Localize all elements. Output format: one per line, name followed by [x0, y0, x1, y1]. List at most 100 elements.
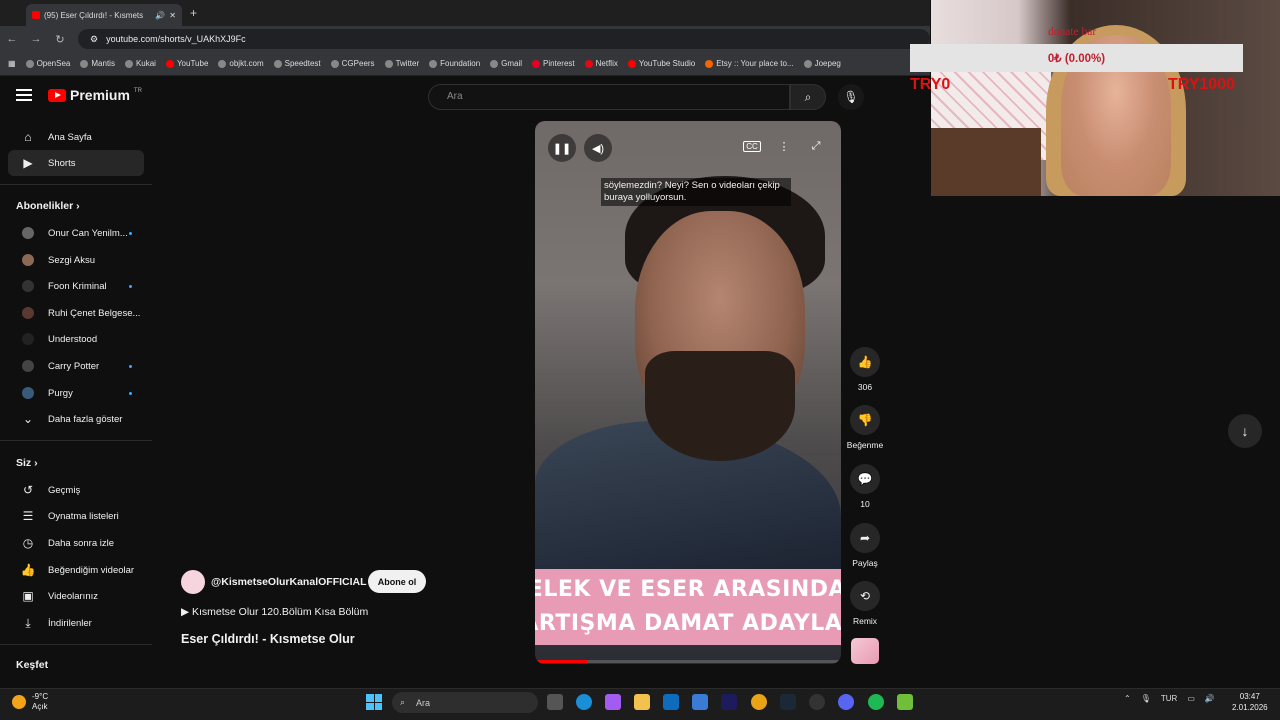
pause-button[interactable]: ❚❚	[548, 134, 576, 162]
bookmark[interactable]: Netflix	[584, 59, 618, 68]
comments-button[interactable]: 💬 10	[842, 464, 888, 509]
like-button[interactable]: 👍 306	[842, 347, 888, 392]
subscribe-button[interactable]: Abone ol	[368, 570, 426, 593]
video-progress-bar[interactable]	[535, 660, 841, 663]
volume-button[interactable]: ◀)	[584, 134, 612, 162]
bookmark[interactable]: Mantis	[80, 59, 115, 68]
bookmark[interactable]: YouTube Studio	[627, 59, 695, 68]
next-short-button[interactable]: ↓	[1228, 414, 1262, 448]
shorts-video-player[interactable]: söylemezdin? Neyi? Sen o videoları çekip…	[535, 121, 841, 664]
minecraft-icon[interactable]	[897, 694, 913, 710]
obs-icon[interactable]	[809, 694, 825, 710]
task-view-icon[interactable]	[547, 694, 563, 710]
remix-button[interactable]: ⟲ Remix	[842, 581, 888, 626]
new-tab-icon[interactable]: +	[190, 6, 197, 20]
sidebar-item-downloads[interactable]: ⤓ İndirilenler	[8, 610, 144, 636]
copilot-icon[interactable]	[605, 694, 621, 710]
browser-tab[interactable]: (95) Eser Çıldırdı! - Kısmets 🔊 ✕	[26, 4, 182, 26]
chevron-up-icon[interactable]: ⌃	[1124, 694, 1131, 703]
search-button[interactable]: ⌕	[790, 84, 826, 110]
close-tab-icon[interactable]: ✕	[169, 11, 176, 20]
sidebar-item-home[interactable]: ⌂ Ana Sayfa	[8, 124, 144, 150]
bookmark[interactable]: Kukai	[124, 59, 156, 68]
dislike-button[interactable]: 👎 Beğenme	[842, 405, 888, 450]
video-icon: ▣	[22, 589, 34, 603]
share-button[interactable]: ➦ Paylaş	[842, 523, 888, 568]
video-title: Eser Çıldırdı! - Kısmetse Olur	[181, 632, 355, 646]
taskbar-clock[interactable]: 03:47 2.01.2026	[1232, 691, 1268, 713]
bookmark[interactable]: Speedtest	[273, 59, 321, 68]
bookmark[interactable]: Etsy :: Your place to...	[705, 59, 794, 68]
bookmark[interactable]: YouTube	[165, 59, 208, 68]
mic-icon[interactable]: 🎙	[1141, 694, 1151, 703]
you-heading[interactable]: Siz ›	[16, 457, 38, 469]
youtube-premium-logo[interactable]: Premium TR	[48, 87, 142, 103]
bookmark[interactable]: Joepeg	[803, 59, 841, 68]
spotify-icon[interactable]	[868, 694, 884, 710]
download-icon: ⤓	[25, 615, 31, 630]
clock-icon: ◷	[22, 536, 34, 550]
more-options-icon[interactable]: ⋮	[775, 140, 793, 153]
bookmark[interactable]: CGPeers	[330, 59, 375, 68]
chrome-icon[interactable]	[751, 694, 767, 710]
windows-start-icon[interactable]	[366, 694, 382, 710]
channel-avatar[interactable]	[181, 570, 205, 594]
sidebar-subscription[interactable]: Understood	[8, 326, 144, 352]
channel-name[interactable]: @KismetseOlurKanalOFFICIAL	[211, 576, 367, 588]
sidebar-subscription[interactable]: Purgy	[8, 380, 144, 406]
show-more-button[interactable]: ⌄ Daha fazla göster	[8, 406, 144, 432]
speaker-icon: 🔊	[155, 10, 166, 20]
outlook-icon[interactable]	[663, 694, 679, 710]
bookmark[interactable]: OpenSea	[25, 59, 70, 68]
bookmark[interactable]: Pinterest	[532, 59, 575, 68]
hamburger-menu-icon[interactable]	[16, 89, 32, 101]
taskbar-search[interactable]: ⌕ Ara	[392, 692, 538, 713]
voice-search-button[interactable]: 🎙	[838, 84, 864, 110]
history-icon: ↺	[22, 483, 34, 497]
video-caption: söylemezdin? Neyi? Sen o videoları çekip…	[601, 178, 791, 206]
network-icon[interactable]: ▭	[1187, 694, 1195, 703]
mic-icon: 🎙	[843, 90, 859, 104]
edge-icon[interactable]	[576, 694, 592, 710]
sidebar-subscription[interactable]: Carry Potter	[8, 353, 144, 379]
bookmark[interactable]: Twitter	[384, 59, 419, 68]
bookmark[interactable]: objkt.com	[218, 59, 264, 68]
file-explorer-icon[interactable]	[634, 694, 650, 710]
site-info-icon[interactable]: ⚙	[90, 34, 98, 45]
sidebar-subscription[interactable]: Ruhi Çenet Belgese...	[8, 300, 144, 326]
fullscreen-icon[interactable]: ⤢	[807, 140, 825, 153]
reload-icon[interactable]: ↻	[48, 33, 72, 46]
playlist-link[interactable]: ▶ Kısmetse Olur 120.Bölüm Kısa Bölüm	[181, 606, 368, 618]
bookmark[interactable]: Foundation	[429, 59, 480, 68]
volume-icon: ◀)	[591, 142, 605, 155]
sidebar-subscription[interactable]: Sezgi Aksu	[8, 247, 144, 273]
sidebar-subscription[interactable]: Foon Kriminal	[8, 273, 144, 299]
sidebar-subscription[interactable]: Onur Can Yenilm...	[8, 220, 144, 246]
subscriptions-heading[interactable]: Abonelikler ›	[16, 200, 80, 212]
donate-bar-label: donate bar	[1048, 26, 1097, 38]
steam-icon[interactable]	[780, 694, 796, 710]
search-input[interactable]: Ara	[428, 84, 790, 110]
volume-icon[interactable]: 🔊	[1205, 694, 1215, 703]
apps-grid-icon[interactable]: ▦	[8, 59, 16, 68]
after-effects-icon[interactable]	[721, 694, 737, 710]
sidebar-item-liked[interactable]: 👍 Beğendiğim videolar	[8, 557, 144, 583]
forward-icon[interactable]: →	[24, 33, 48, 45]
language-indicator[interactable]: TUR	[1161, 694, 1177, 703]
store-icon[interactable]	[692, 694, 708, 710]
sound-thumbnail[interactable]	[851, 638, 879, 664]
discord-icon[interactable]	[838, 694, 854, 710]
cc-icon[interactable]: CC	[743, 141, 761, 152]
back-icon[interactable]: ←	[0, 33, 24, 45]
sidebar-item-playlists[interactable]: ☰ Oynatma listeleri	[8, 503, 144, 529]
sidebar-item-your-videos[interactable]: ▣ Videolarınız	[8, 583, 144, 609]
sidebar-item-watch-later[interactable]: ◷ Daha sonra izle	[8, 530, 144, 556]
bookmark[interactable]: Gmail	[490, 59, 522, 68]
sidebar-item-history[interactable]: ↺ Geçmiş	[8, 477, 144, 503]
donate-bar: 0₺ (0.00%)	[910, 44, 1243, 72]
youtube-favicon-icon	[32, 11, 40, 19]
url-field[interactable]: ⚙ youtube.com/shorts/v_UAKhXJ9Fc	[78, 29, 930, 49]
weather-widget[interactable]: -9°C Açık	[12, 692, 48, 712]
sidebar-item-shorts[interactable]: ▶ Shorts	[8, 150, 144, 176]
play-icon: ▶	[181, 606, 192, 618]
